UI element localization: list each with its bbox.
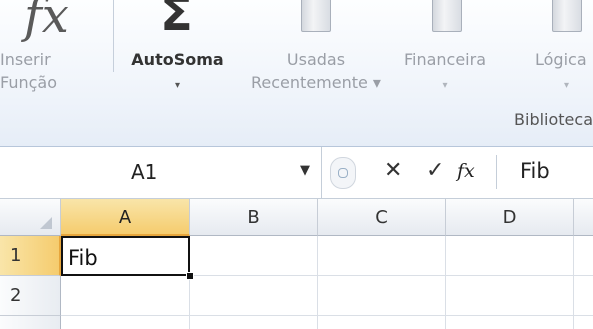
recently-used-label-2: Recentemente ▾ <box>251 73 381 92</box>
financial-label: Financeira <box>403 50 487 69</box>
formula-bar-grip[interactable] <box>330 157 356 189</box>
fx-icon: fx <box>24 0 69 44</box>
formula-input[interactable]: Fib <box>520 159 550 183</box>
fill-handle[interactable] <box>186 272 194 280</box>
sigma-icon: Σ <box>160 0 193 42</box>
insert-function-button[interactable]: fx Inserir Função <box>0 0 112 128</box>
cell-d2[interactable] <box>446 276 574 316</box>
column-header-e[interactable] <box>574 199 593 236</box>
row-header-2[interactable]: 2 <box>0 276 61 316</box>
name-box[interactable]: A1 ▼ <box>0 147 322 198</box>
logical-dropdown-caret[interactable]: ▾ <box>564 80 593 91</box>
cell-b1[interactable] <box>190 236 318 276</box>
cell-c2[interactable] <box>318 276 446 316</box>
book-star-icon <box>301 0 331 32</box>
cell-c1[interactable] <box>318 236 446 276</box>
autosum-button[interactable]: Σ AutoSoma ▾ <box>120 0 235 128</box>
autosum-dropdown-caret[interactable]: ▾ <box>120 80 235 91</box>
formula-bar: A1 ▼ ✕ ✓ fx Fib <box>0 147 593 199</box>
cell-e1[interactable] <box>574 236 593 276</box>
column-header-b[interactable]: B <box>190 199 318 236</box>
financial-button[interactable]: Financeira ▾ <box>400 0 490 128</box>
name-box-value: A1 <box>131 160 158 184</box>
cell-b3[interactable] <box>190 316 318 329</box>
ribbon-group-label: Biblioteca <box>514 110 593 129</box>
cell-e2[interactable] <box>574 276 593 316</box>
select-all-corner[interactable] <box>0 199 61 236</box>
cell-a3[interactable] <box>61 316 190 329</box>
cell-a1[interactable]: Fib <box>61 236 190 276</box>
logical-label: Lógica <box>535 50 587 69</box>
grip-dot-icon <box>338 168 348 178</box>
cell-d3[interactable] <box>446 316 574 329</box>
logical-button[interactable]: Lógica ▾ <box>530 0 593 128</box>
ribbon-separator <box>113 0 114 72</box>
cell-c3[interactable] <box>318 316 446 329</box>
cell-a2[interactable] <box>61 276 190 316</box>
recently-used-button[interactable]: Usadas Recentemente ▾ <box>241 0 391 128</box>
column-header-a[interactable]: A <box>61 199 190 236</box>
formula-divider <box>496 155 497 189</box>
cell-b2[interactable] <box>190 276 318 316</box>
book-question-icon <box>552 0 582 32</box>
ribbon: fx Inserir Função Σ AutoSoma ▾ Usadas Re… <box>0 0 593 147</box>
insert-function-label-2: Função <box>0 73 57 92</box>
enter-check-icon[interactable]: ✓ <box>426 158 444 183</box>
row-header-1[interactable]: 1 <box>0 236 61 276</box>
cancel-icon[interactable]: ✕ <box>384 158 402 183</box>
insert-function-label-1: Inserir <box>0 50 51 69</box>
worksheet-grid: A B C D 1 2 Fib <box>0 199 593 329</box>
recently-used-label-1: Usadas <box>286 50 346 69</box>
cell-d1[interactable] <box>446 236 574 276</box>
insert-function-fx-icon[interactable]: fx <box>457 160 475 182</box>
row-header-3[interactable] <box>0 316 61 329</box>
name-box-dropdown-icon[interactable]: ▼ <box>300 163 310 178</box>
select-all-triangle-icon <box>40 217 52 229</box>
autosum-label: AutoSoma <box>131 50 224 69</box>
column-header-c[interactable]: C <box>318 199 446 236</box>
book-money-icon <box>432 0 462 32</box>
financial-dropdown-caret[interactable]: ▾ <box>400 80 490 91</box>
column-header-d[interactable]: D <box>446 199 574 236</box>
